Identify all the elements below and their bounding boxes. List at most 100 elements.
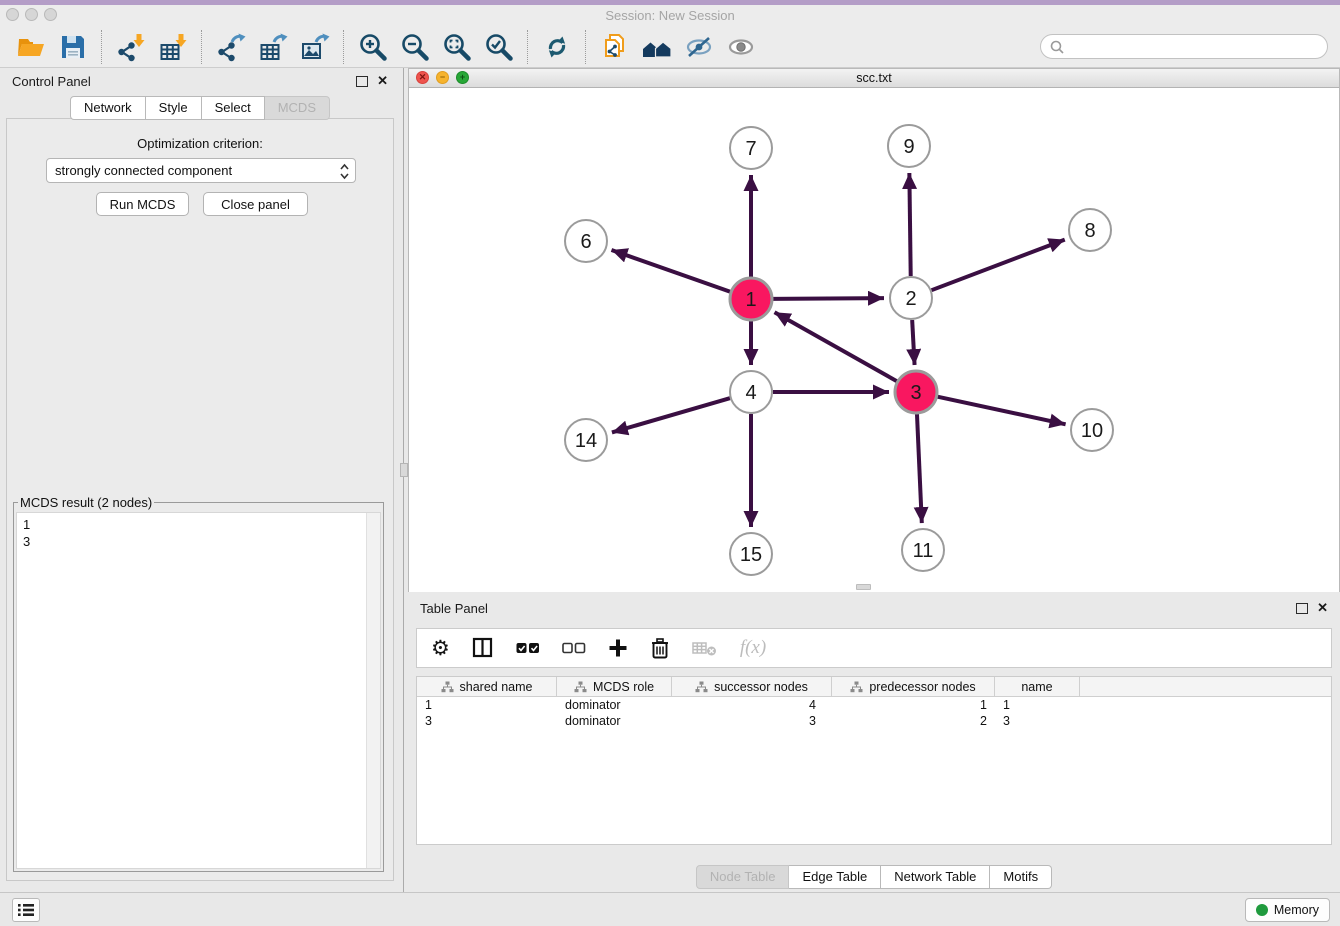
save-session-button[interactable] [56, 30, 90, 64]
tab-select[interactable]: Select [202, 96, 265, 120]
graph-node-7[interactable]: 7 [730, 127, 772, 169]
column-header-successor-nodes[interactable]: successor nodes [672, 677, 832, 696]
refresh-button[interactable] [540, 30, 574, 64]
cell-successor-nodes[interactable]: 4 [672, 697, 832, 713]
table-row[interactable]: 3 dominator 3 2 3 [417, 713, 1331, 729]
cell-shared-name[interactable]: 1 [417, 697, 557, 713]
function-builder-button[interactable]: f(x) [740, 637, 766, 659]
result-scrollbar[interactable] [366, 513, 380, 868]
zoom-out-button[interactable] [398, 30, 432, 64]
column-header-name[interactable]: name [995, 677, 1080, 696]
memory-button[interactable]: Memory [1245, 898, 1330, 922]
graph-edge-1-6[interactable] [611, 250, 730, 292]
float-table-panel-icon[interactable] [1296, 603, 1308, 614]
zoom-selected-button[interactable] [482, 30, 516, 64]
tab-style[interactable]: Style [146, 96, 202, 120]
import-table-button[interactable] [156, 30, 190, 64]
node-table-header: shared name MCDS role successor nodes pr… [417, 677, 1331, 697]
float-panel-icon[interactable] [356, 76, 368, 87]
cell-successor-nodes[interactable]: 3 [672, 713, 832, 729]
task-history-button[interactable] [12, 898, 40, 922]
tab-motifs[interactable]: Motifs [990, 865, 1052, 889]
export-image-button[interactable] [298, 30, 332, 64]
graph-node-1[interactable]: 1 [730, 278, 772, 320]
svg-text:1: 1 [745, 289, 756, 311]
tab-node-table[interactable]: Node Table [696, 865, 790, 889]
zoom-fit-button[interactable] [440, 30, 474, 64]
memory-label: Memory [1274, 903, 1319, 917]
column-header-predecessor-nodes[interactable]: predecessor nodes [832, 677, 995, 696]
graph-edge-3-10[interactable] [938, 397, 1066, 425]
svg-text:10: 10 [1081, 420, 1103, 442]
zoom-in-button[interactable] [356, 30, 390, 64]
graph-node-14[interactable]: 14 [565, 419, 607, 461]
graph-edge-2-3[interactable] [912, 320, 914, 365]
svg-text:4: 4 [745, 382, 756, 404]
cell-mcds-role[interactable]: dominator [557, 697, 672, 713]
graph-node-15[interactable]: 15 [730, 533, 772, 575]
select-all-button[interactable] [516, 641, 540, 655]
graph-edge-1-2[interactable] [773, 298, 884, 299]
splitter-handle[interactable] [400, 463, 408, 477]
graph-node-8[interactable]: 8 [1069, 209, 1111, 251]
mcds-result-list[interactable]: 1 3 [16, 512, 381, 869]
import-network-button[interactable] [114, 30, 148, 64]
eye-slash-icon [684, 32, 714, 62]
function-icon: f(x) [740, 637, 766, 659]
graph-node-2[interactable]: 2 [890, 277, 932, 319]
graph-edge-2-9[interactable] [909, 173, 910, 276]
graph-node-9[interactable]: 9 [888, 125, 930, 167]
tab-mcds[interactable]: MCDS [265, 96, 330, 120]
horizontal-splitter-handle[interactable] [856, 584, 871, 590]
network-canvas[interactable]: 7 9 6 8 1 2 4 3 14 10 15 11 [409, 88, 1339, 592]
export-network-button[interactable] [214, 30, 248, 64]
cell-predecessor-nodes[interactable]: 1 [832, 697, 995, 713]
graph-edge-3-1[interactable] [775, 312, 897, 381]
search-box[interactable] [1040, 34, 1328, 59]
add-column-icon [608, 638, 628, 658]
cell-name[interactable]: 3 [995, 713, 1080, 729]
refresh-icon [542, 32, 572, 62]
new-network-from-selection-button[interactable] [598, 30, 632, 64]
delete-button[interactable] [650, 637, 670, 660]
vertical-splitter[interactable] [400, 68, 408, 892]
criterion-select[interactable]: strongly connected component [46, 158, 356, 183]
cell-mcds-role[interactable]: dominator [557, 713, 672, 729]
optimization-criterion-label: Optimization criterion: [7, 136, 393, 151]
graph-node-4[interactable]: 4 [730, 371, 772, 413]
hide-graphics-details-button[interactable] [682, 30, 716, 64]
tab-edge-table[interactable]: Edge Table [789, 865, 881, 889]
graph-node-11[interactable]: 11 [902, 529, 944, 571]
cell-name[interactable]: 1 [995, 697, 1080, 713]
network-graph[interactable]: 7 9 6 8 1 2 4 3 14 10 15 11 [409, 88, 1339, 592]
cell-shared-name[interactable]: 3 [417, 713, 557, 729]
close-panel-icon[interactable]: ✕ [377, 73, 388, 89]
column-header-shared-name[interactable]: shared name [417, 677, 557, 696]
cell-predecessor-nodes[interactable]: 2 [832, 713, 995, 729]
add-column-button[interactable] [608, 638, 628, 658]
tab-network[interactable]: Network [70, 96, 146, 120]
column-header-mcds-role[interactable]: MCDS role [557, 677, 672, 696]
close-table-panel-icon[interactable]: ✕ [1317, 600, 1328, 616]
graph-edge-4-14[interactable] [612, 398, 730, 432]
splitter-line [403, 68, 404, 892]
deselect-all-button[interactable] [562, 641, 586, 655]
graph-node-3[interactable]: 3 [895, 371, 937, 413]
tab-network-table[interactable]: Network Table [881, 865, 990, 889]
table-row[interactable]: 1 dominator 4 1 1 [417, 697, 1331, 713]
delete-column-button[interactable] [692, 640, 718, 656]
show-graphics-details-button[interactable] [724, 30, 758, 64]
search-input[interactable] [1065, 36, 1327, 58]
graph-node-6[interactable]: 6 [565, 220, 607, 262]
graph-node-10[interactable]: 10 [1071, 409, 1113, 451]
graph-edge-3-11[interactable] [917, 414, 922, 523]
table-settings-button[interactable]: ⚙ [431, 638, 450, 659]
sitemap-icon [850, 681, 863, 693]
export-table-button[interactable] [256, 30, 290, 64]
open-file-button[interactable] [14, 30, 48, 64]
graph-edge-2-8[interactable] [932, 240, 1065, 291]
close-panel-button[interactable]: Close panel [203, 192, 308, 216]
run-mcds-button[interactable]: Run MCDS [96, 192, 189, 216]
houses-button[interactable] [640, 30, 674, 64]
column-layout-button[interactable] [472, 637, 494, 659]
